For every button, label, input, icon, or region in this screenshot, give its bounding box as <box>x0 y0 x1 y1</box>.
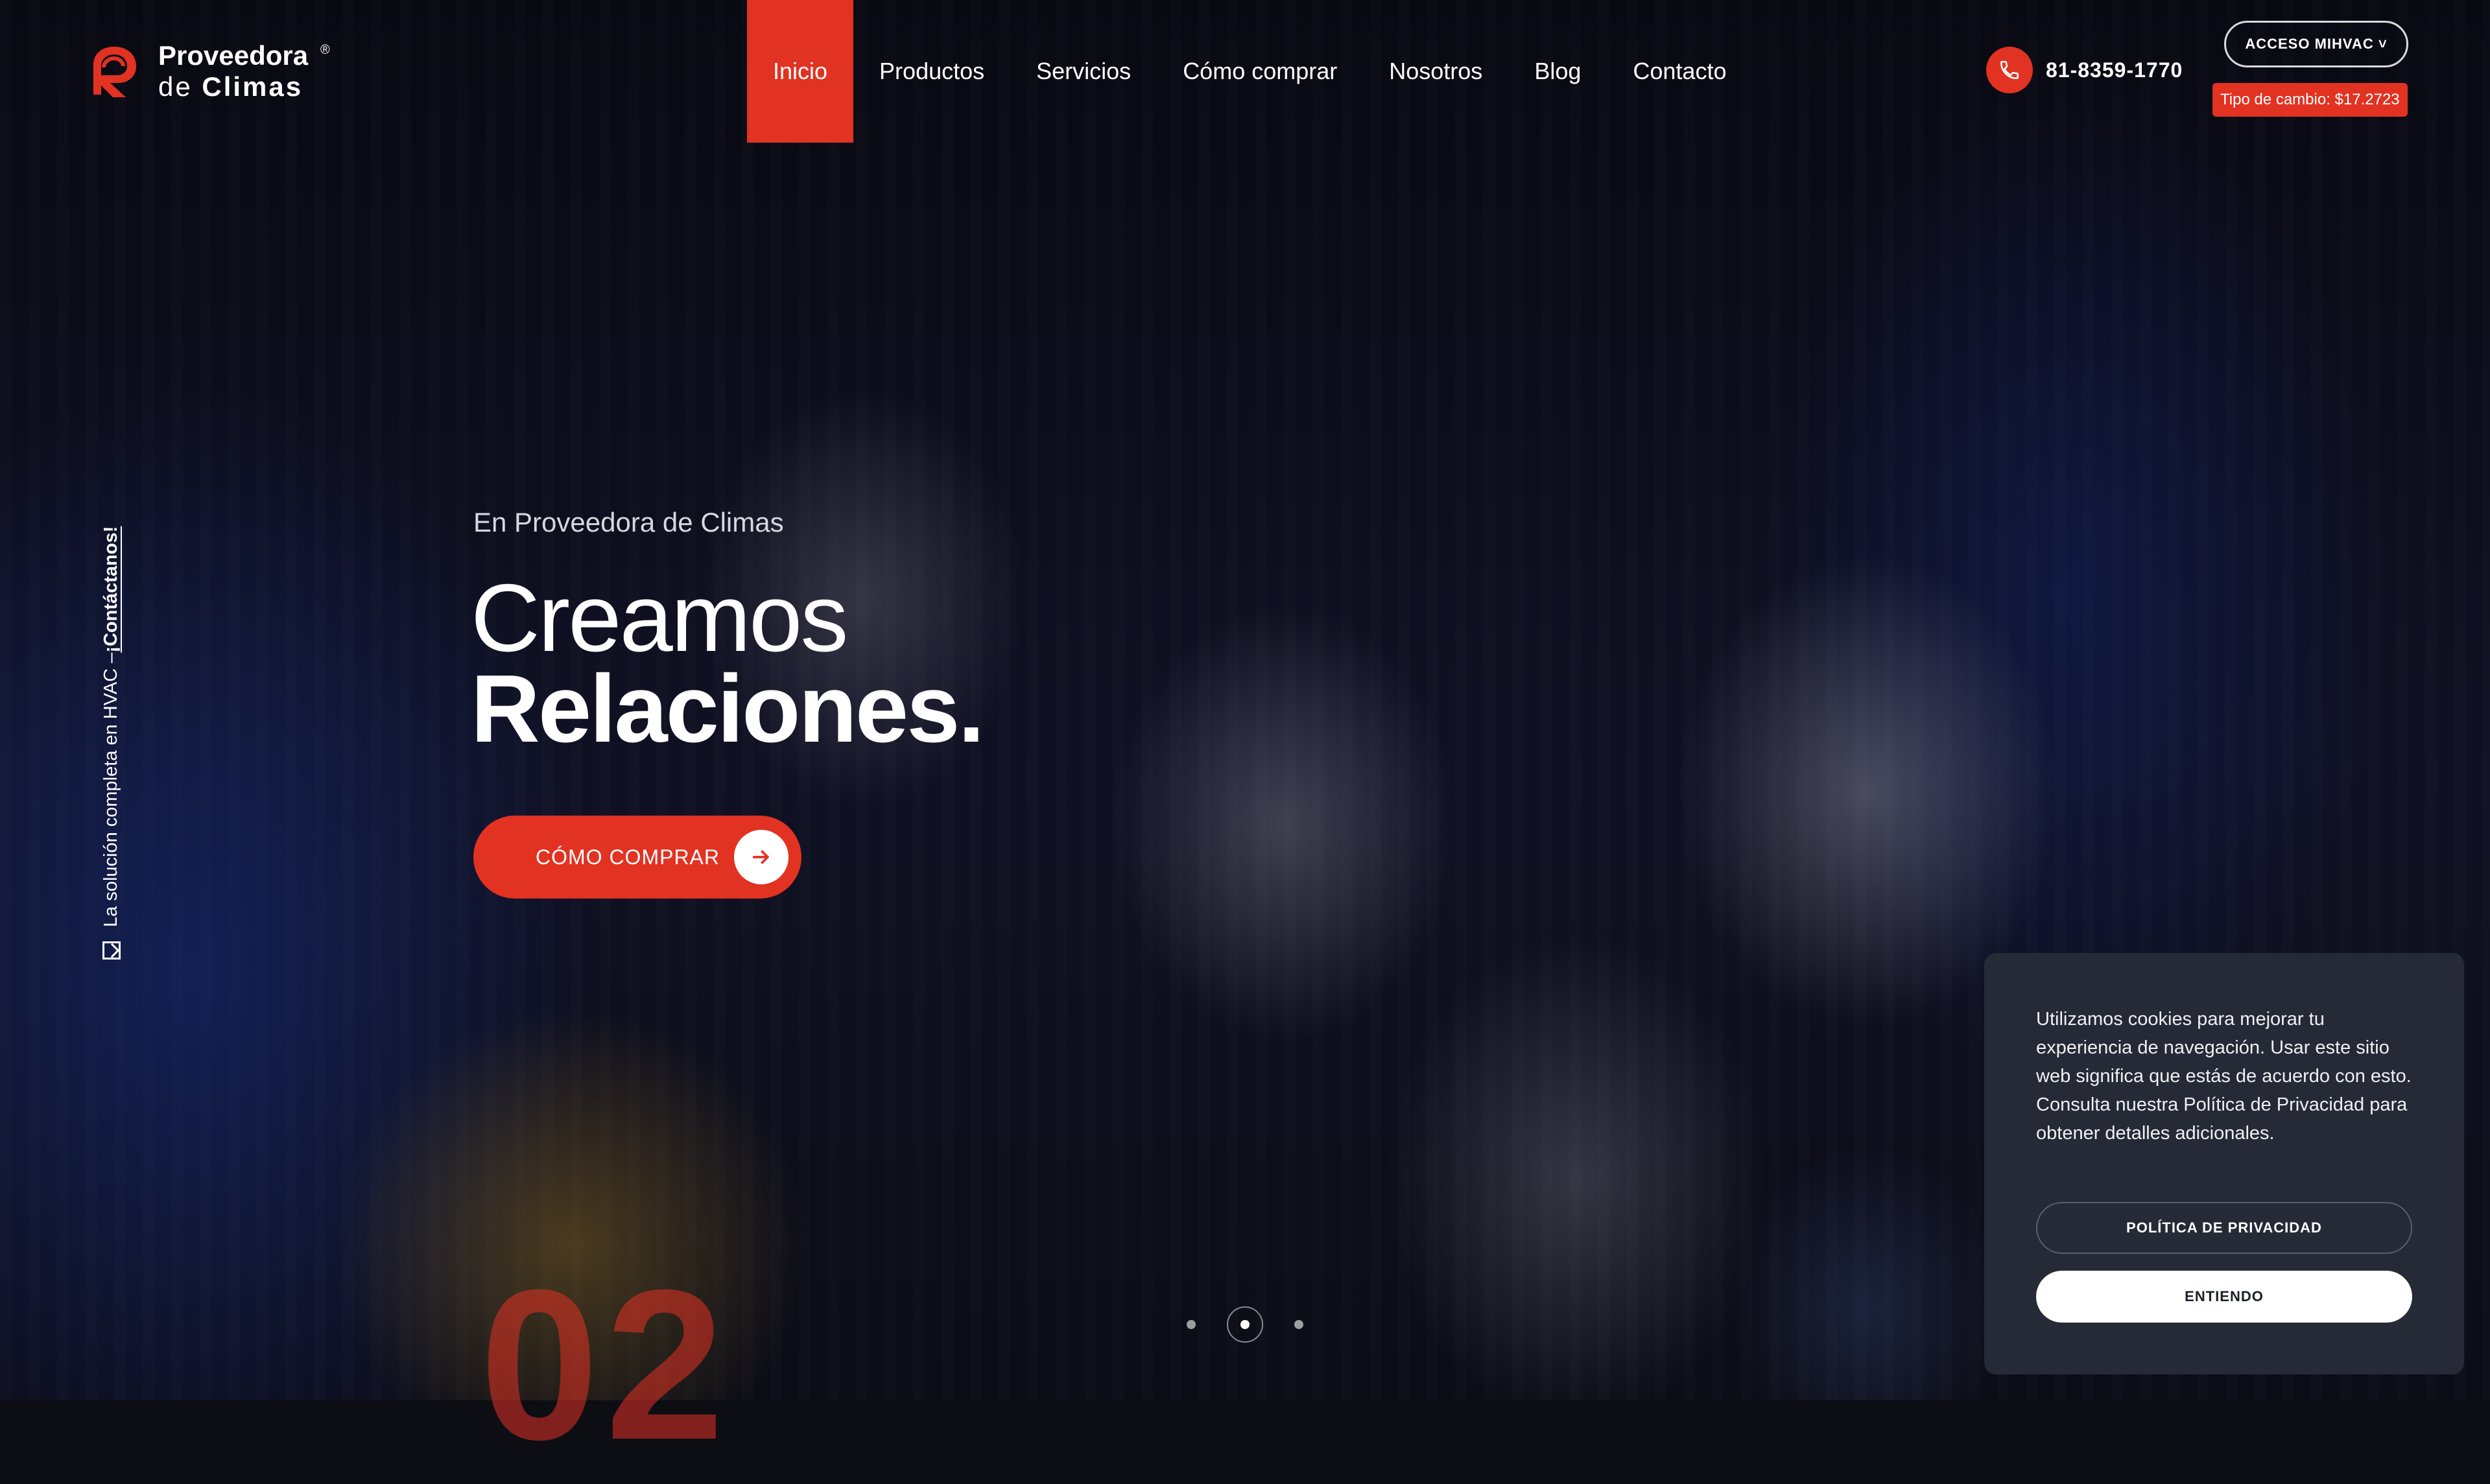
logo-name-prefix: de <box>158 71 193 102</box>
slide-number: 02 <box>480 1245 731 1484</box>
slider-dot-2-active[interactable] <box>1227 1306 1263 1343</box>
access-mihvac-button[interactable]: ACCESO MIHVAC ˅ <box>2224 21 2408 67</box>
logo-name-bold: Climas <box>202 71 303 102</box>
logo-text: Proveedora de Climas <box>158 42 308 100</box>
cta-label: CÓMO COMPRAR <box>536 845 720 869</box>
side-contact-link[interactable]: ¡Contáctanos! <box>101 526 122 653</box>
nav-item-servicios[interactable]: Servicios <box>1010 0 1157 143</box>
side-contact-text: La solución completa en HVAC – <box>101 652 121 927</box>
arrow-right-icon <box>734 830 788 884</box>
phone-icon <box>1986 47 2033 93</box>
nav-item-como-comprar[interactable]: Cómo comprar <box>1157 0 1363 143</box>
phone-number: 81-8359-1770 <box>2046 58 2183 82</box>
registered-mark: ® <box>320 43 330 57</box>
logo-name-line1: Proveedora <box>158 40 309 71</box>
nav-item-inicio[interactable]: Inicio <box>747 0 854 143</box>
exchange-rate-badge: Tipo de cambio: $17.2723 <box>2212 83 2408 117</box>
hero-title-line2: Relaciones. <box>471 655 985 762</box>
hero-eyebrow: En Proveedora de Climas <box>473 507 784 537</box>
hero-title-line1: Creamos <box>471 565 848 672</box>
logo-mark-icon <box>93 47 136 97</box>
main-nav: Inicio Productos Servicios Cómo comprar … <box>747 0 1752 143</box>
nav-item-nosotros[interactable]: Nosotros <box>1363 0 1508 143</box>
slider-dot-1[interactable] <box>1187 1320 1196 1329</box>
nav-item-contacto[interactable]: Contacto <box>1607 0 1752 143</box>
privacy-policy-button[interactable]: POLÍTICA DE PRIVACIDAD <box>2036 1202 2412 1254</box>
phone-link[interactable]: 81-8359-1770 <box>1986 47 2183 93</box>
slider-dot-3[interactable] <box>1294 1320 1303 1329</box>
accept-cookies-button[interactable]: ENTIENDO <box>2036 1271 2412 1323</box>
nav-item-blog[interactable]: Blog <box>1508 0 1607 143</box>
logo-name-line2: de Climas <box>158 73 308 100</box>
nav-item-productos[interactable]: Productos <box>853 0 1010 143</box>
cookie-text: Utilizamos cookies para mejorar tu exper… <box>2036 1009 2412 1144</box>
side-contact[interactable]: La solución completa en HVAC – ¡Contácta… <box>101 526 122 960</box>
como-comprar-button[interactable]: CÓMO COMPRAR <box>473 816 801 899</box>
slider-dots <box>1187 1306 1303 1343</box>
site-logo[interactable]: Proveedora de Climas ® <box>84 40 330 102</box>
envelope-icon <box>102 941 121 960</box>
slider-dot-2 <box>1240 1320 1250 1329</box>
cookie-banner: Utilizamos cookies para mejorar tu exper… <box>1984 953 2464 1374</box>
